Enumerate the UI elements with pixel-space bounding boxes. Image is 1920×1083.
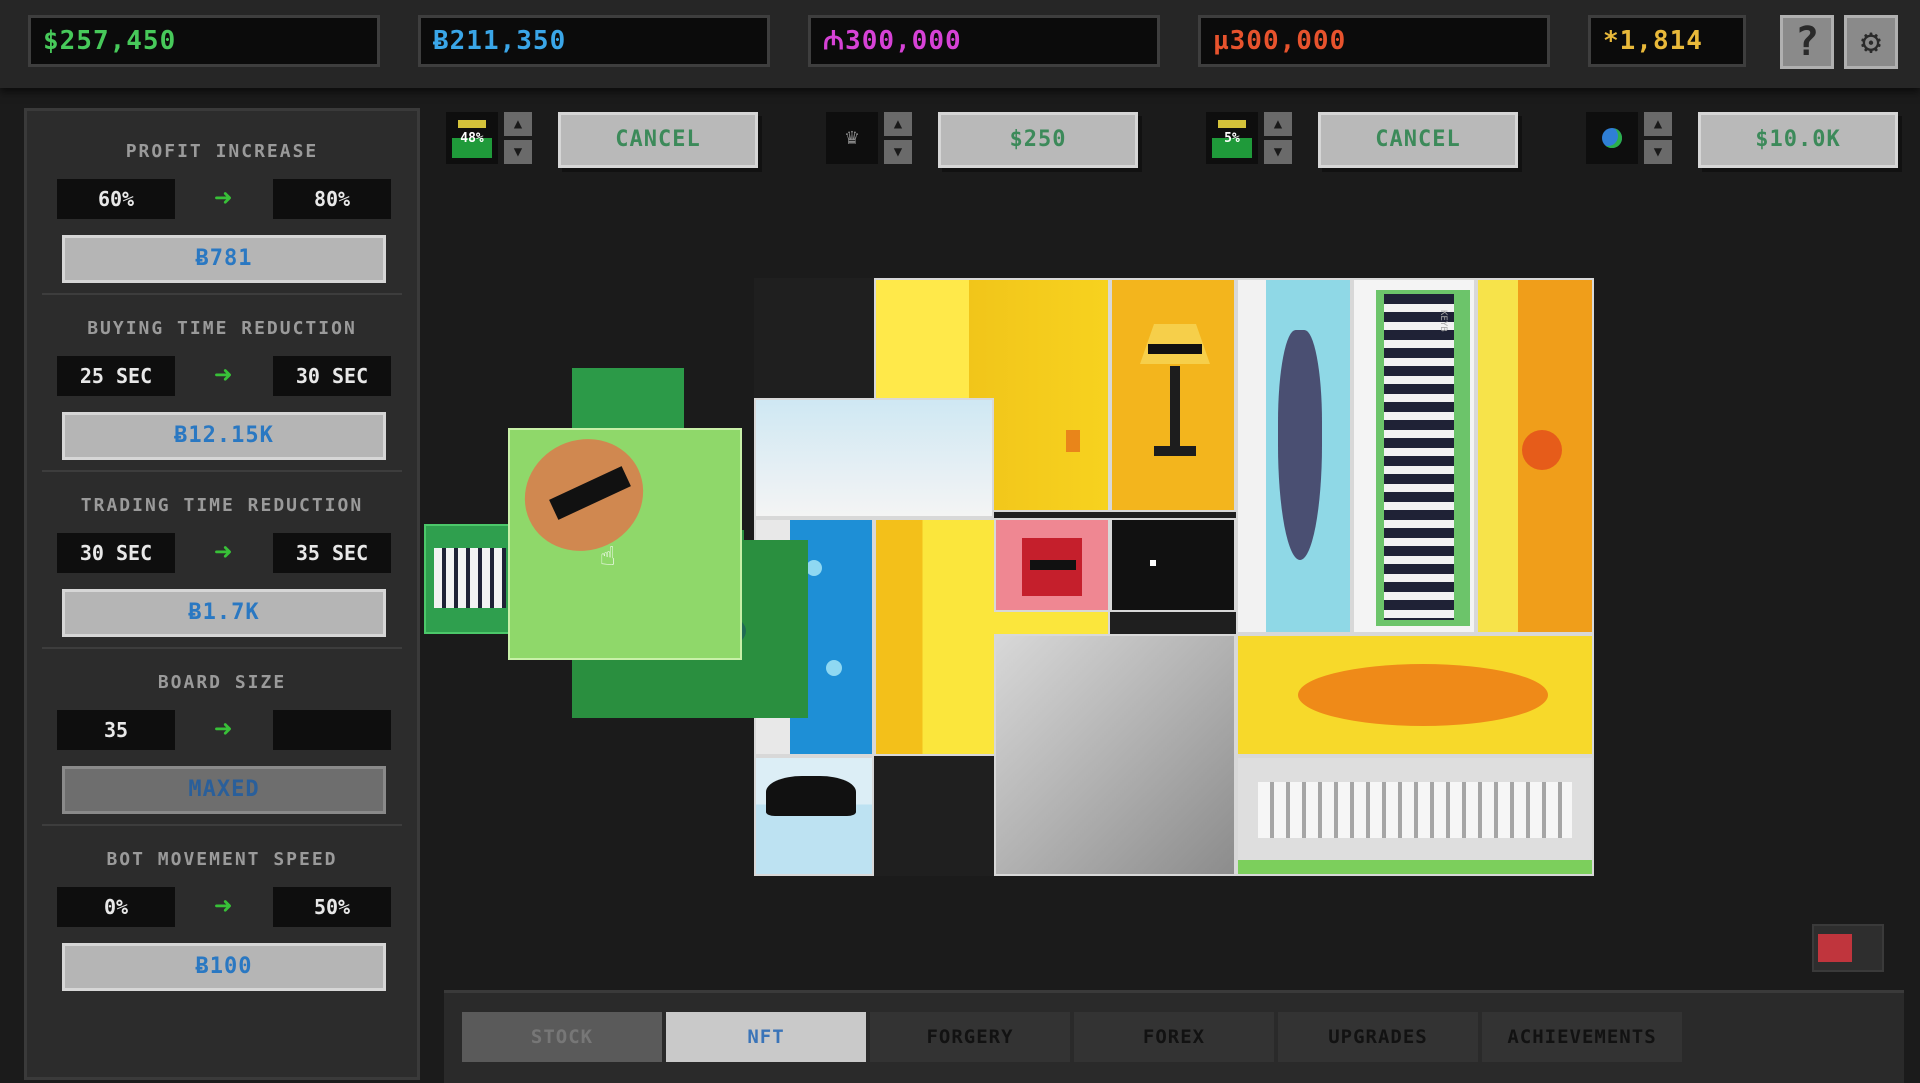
nft-tile[interactable] [874, 518, 1110, 756]
cash-balance: $257,450 [28, 15, 380, 67]
bot-toggle-button[interactable] [1812, 924, 1884, 972]
gear-icon: ⚙ [1860, 22, 1882, 62]
divider [42, 647, 402, 649]
bar-chart-icon: 5% [1206, 112, 1258, 164]
nft-tile[interactable] [1236, 756, 1594, 876]
next-value: 50% [273, 887, 391, 927]
arrow-right-icon: ➜ [213, 181, 233, 216]
question-icon: ? [1794, 19, 1820, 65]
star-balance: *1,814 [1588, 15, 1746, 67]
maxed-button[interactable]: MAXED [62, 766, 386, 814]
buy-button[interactable]: $10.0K [1698, 112, 1898, 168]
next-value: 30 SEC [273, 356, 391, 396]
next-value: 35 SEC [273, 533, 391, 573]
arrow-down-icon[interactable]: ▼ [504, 140, 532, 164]
globe-icon [1586, 112, 1638, 164]
upgrade-title: BOARD SIZE [157, 672, 287, 693]
buy-upgrade-button[interactable]: Ƀ1.7K [62, 589, 386, 637]
cancel-button[interactable]: CANCEL [1318, 112, 1518, 168]
top-bar: $257,450 Ƀ211,350 ₼300,000 µ300,000 *1,8… [0, 0, 1920, 88]
arrow-right-icon: ➜ [213, 358, 233, 393]
nft-tile[interactable] [1236, 634, 1594, 756]
help-button[interactable]: ? [1780, 15, 1834, 69]
next-value [273, 710, 391, 750]
tab-stock[interactable]: STOCK [462, 1012, 662, 1062]
percent-stepper[interactable]: ▲ ▼ [1264, 112, 1292, 164]
cancel-button[interactable]: CANCEL [558, 112, 758, 168]
tab-forgery[interactable]: FORGERY [870, 1012, 1070, 1062]
micro-balance: µ300,000 [1198, 15, 1550, 67]
arrow-up-icon[interactable]: ▲ [884, 112, 912, 136]
item-stepper[interactable]: ▲ ▼ [884, 112, 912, 164]
buy-upgrade-button[interactable]: Ƀ781 [62, 235, 386, 283]
tab-upgrades[interactable]: UPGRADES [1278, 1012, 1478, 1062]
manat-balance: ₼300,000 [808, 15, 1160, 67]
tab-nft[interactable]: NFT [666, 1012, 866, 1062]
nft-tile[interactable] [424, 524, 512, 634]
upgrade-title: PROFIT INCREASE [125, 141, 319, 162]
bar-chart-icon: 48% [446, 112, 498, 164]
settings-button[interactable]: ⚙ [1844, 15, 1898, 69]
nft-tile[interactable] [994, 634, 1236, 876]
nft-piece-mid [684, 530, 744, 610]
nft-piece-top [572, 368, 684, 428]
arrow-right-icon: ➜ [213, 535, 233, 570]
divider [42, 824, 402, 826]
bitcoin-balance: Ƀ211,350 [418, 15, 770, 67]
nft-tile[interactable] [754, 518, 874, 756]
arrow-up-icon[interactable]: ▲ [1644, 112, 1672, 136]
nft-piece-main [506, 419, 742, 660]
nft-tile[interactable]: KEYB [1352, 278, 1476, 634]
hand-cursor-icon: ☝ [600, 542, 616, 572]
nft-tile[interactable] [754, 398, 994, 518]
upgrade-title: BOT MOVEMENT SPEED [106, 849, 338, 870]
arrow-right-icon: ➜ [213, 889, 233, 924]
current-value: 35 [57, 710, 175, 750]
crown-icon: ♛ [826, 112, 878, 164]
nft-tile[interactable] [754, 756, 874, 876]
current-value: 0% [57, 887, 175, 927]
arrow-down-icon[interactable]: ▼ [884, 140, 912, 164]
tab-forex[interactable]: FOREX [1074, 1012, 1274, 1062]
nft-tile[interactable] [1110, 518, 1236, 612]
nft-tile[interactable] [874, 278, 1110, 512]
nft-piece-bottom [572, 540, 808, 718]
nft-tile[interactable] [1110, 278, 1236, 512]
divider [42, 470, 402, 472]
arrow-down-icon[interactable]: ▼ [1264, 140, 1292, 164]
nft-tile[interactable] [1476, 278, 1594, 634]
percent-stepper[interactable]: ▲ ▼ [504, 112, 532, 164]
nft-tile[interactable] [994, 518, 1110, 612]
nft-tile[interactable] [1236, 278, 1352, 634]
next-value: 80% [273, 179, 391, 219]
tab-achievements[interactable]: ACHIEVEMENTS [1482, 1012, 1682, 1062]
arrow-down-icon[interactable]: ▼ [1644, 140, 1672, 164]
robot-icon [1818, 934, 1852, 962]
upgrade-panel: PROFIT INCREASE 60% ➜ 80% Ƀ781 BUYING TI… [24, 108, 420, 1080]
item-stepper[interactable]: ▲ ▼ [1644, 112, 1672, 164]
upgrade-title: BUYING TIME REDUCTION [87, 318, 357, 339]
arrow-right-icon: ➜ [213, 712, 233, 747]
buy-upgrade-button[interactable]: Ƀ100 [62, 943, 386, 991]
arrow-up-icon[interactable]: ▲ [504, 112, 532, 136]
current-value: 60% [57, 179, 175, 219]
current-value: 30 SEC [57, 533, 175, 573]
current-value: 25 SEC [57, 356, 175, 396]
buy-button[interactable]: $250 [938, 112, 1138, 168]
arrow-up-icon[interactable]: ▲ [1264, 112, 1292, 136]
divider [42, 293, 402, 295]
buy-upgrade-button[interactable]: Ƀ12.15K [62, 412, 386, 460]
upgrade-title: TRADING TIME REDUCTION [80, 495, 364, 516]
